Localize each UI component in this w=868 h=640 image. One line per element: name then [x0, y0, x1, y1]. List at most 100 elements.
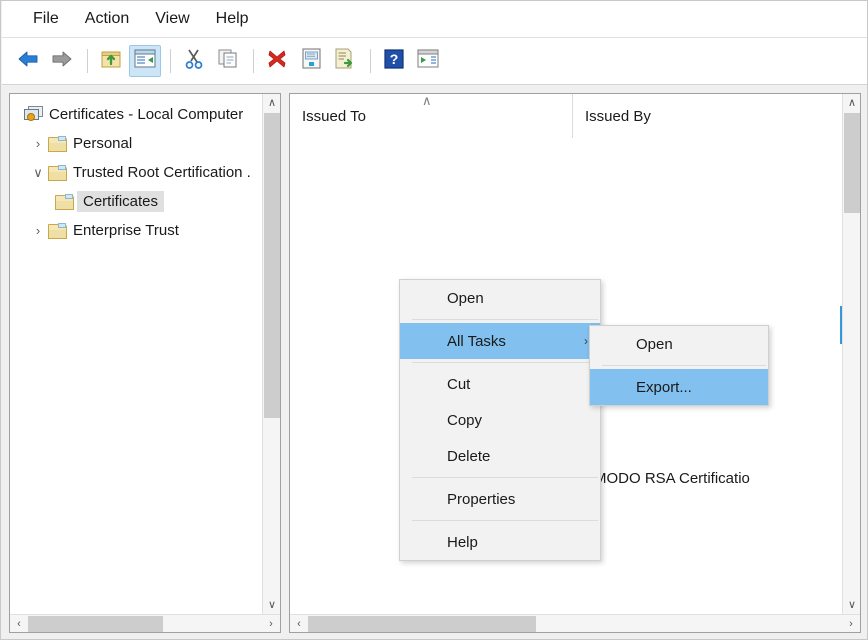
folder-icon — [55, 194, 75, 210]
toolbar-separator-4 — [370, 49, 371, 73]
context-menu-separator-1 — [412, 319, 598, 320]
folder-icon — [48, 165, 68, 181]
context-menu: Open All Tasks › Cut Copy Delete Propert… — [399, 279, 601, 561]
tree-scroll-left-arrow[interactable]: ‹ — [10, 615, 28, 633]
menu-help[interactable]: Help — [203, 7, 262, 31]
context-menu-item-label: Copy — [447, 412, 482, 429]
list-column-headers: Issued To ∧ Issued By — [290, 94, 843, 139]
toolbar-delete-button[interactable] — [261, 45, 293, 77]
tree-horizontal-scrollbar[interactable]: ‹ › — [10, 614, 280, 632]
show-action-pane-icon — [417, 49, 439, 73]
toolbar-back-button[interactable] — [12, 45, 44, 77]
tree-node-label: Certificates - Local Computer — [49, 106, 243, 123]
tree-node-certificates[interactable]: Certificates — [10, 187, 264, 216]
tree-node-label: Enterprise Trust — [73, 222, 179, 239]
list-scroll-up-arrow[interactable]: ∧ — [843, 94, 861, 112]
toolbar-show-action-pane-button[interactable] — [412, 45, 444, 77]
list-horizontal-scrollbar[interactable]: ‹ › — [290, 614, 860, 632]
tree-hscroll-thumb[interactable] — [28, 616, 163, 632]
console-tree: Certificates - Local Computer › Personal… — [10, 94, 264, 599]
tree-node-certificates-local-computer[interactable]: Certificates - Local Computer — [10, 100, 264, 129]
console-tree-pane: Certificates - Local Computer › Personal… — [9, 93, 281, 633]
toolbar-separator-3 — [253, 49, 254, 73]
toolbar-help-button[interactable]: ? — [378, 45, 410, 77]
svg-text:?: ? — [390, 51, 399, 67]
tree-vertical-scrollbar[interactable]: ∧ ∨ — [262, 94, 280, 614]
delete-icon — [266, 48, 288, 75]
toolbar-cut-button[interactable] — [178, 45, 210, 77]
list-row-comodo-rsa[interactable]: MODO RSA Certificatio — [594, 470, 750, 487]
tree-scroll-right-arrow[interactable]: › — [262, 615, 280, 633]
tree-node-label: Trusted Root Certification . — [73, 164, 251, 181]
up-one-level-icon — [99, 48, 123, 75]
toolbar: ? — [2, 37, 868, 85]
list-scroll-thumb[interactable] — [844, 113, 860, 213]
submenu-item-label: Export... — [636, 379, 692, 396]
console-root-icon — [24, 106, 44, 123]
back-arrow-icon — [16, 49, 40, 74]
tree-node-label: Certificates — [77, 191, 164, 212]
tree-node-trusted-root-certification-authorities[interactable]: ∨ Trusted Root Certification . — [10, 158, 264, 187]
column-header-issued-by[interactable]: Issued By — [573, 94, 843, 138]
context-menu-item-copy[interactable]: Copy — [400, 402, 600, 438]
list-scroll-down-arrow[interactable]: ∨ — [843, 596, 861, 614]
tree-scroll-thumb[interactable] — [264, 113, 280, 418]
tree-node-personal[interactable]: › Personal — [10, 129, 264, 158]
column-header-issued-to[interactable]: Issued To ∧ — [290, 94, 573, 138]
chevron-right-icon: › — [584, 335, 588, 347]
folder-icon — [48, 223, 68, 239]
show-console-tree-icon — [134, 49, 156, 73]
toolbar-up-one-level-button[interactable] — [95, 45, 127, 77]
list-hscroll-thumb[interactable] — [308, 616, 536, 632]
context-menu-item-label: Open — [447, 290, 484, 307]
list-scroll-left-arrow[interactable]: ‹ — [290, 615, 308, 633]
properties-icon — [301, 48, 322, 74]
menu-view[interactable]: View — [142, 7, 202, 31]
forward-arrow-icon — [50, 49, 74, 74]
toolbar-copy-button[interactable] — [212, 45, 244, 77]
toolbar-export-list-button[interactable] — [329, 45, 361, 77]
list-vertical-scrollbar[interactable]: ∧ ∨ — [842, 94, 860, 614]
context-menu-item-properties[interactable]: Properties — [400, 481, 600, 517]
context-menu-item-open[interactable]: Open — [400, 280, 600, 316]
tree-scroll-up-arrow[interactable]: ∧ — [263, 94, 281, 112]
context-menu-item-label: All Tasks — [447, 333, 506, 350]
column-header-label: Issued By — [573, 108, 651, 125]
context-menu-separator-2 — [412, 362, 598, 363]
list-row-issued-to: MODO RSA Certificatio — [594, 470, 750, 487]
context-menu-item-all-tasks[interactable]: All Tasks › — [400, 323, 600, 359]
toolbar-show-console-tree-button[interactable] — [129, 45, 161, 77]
tree-twisty-enterprise-trust[interactable]: › — [28, 224, 48, 237]
tree-node-enterprise-trust[interactable]: › Enterprise Trust — [10, 216, 264, 245]
menu-action[interactable]: Action — [72, 7, 142, 31]
list-scroll-right-arrow[interactable]: › — [842, 615, 860, 633]
tree-twisty-trusted-root[interactable]: ∨ — [28, 166, 48, 179]
column-header-label: Issued To — [290, 108, 366, 125]
context-menu-item-help[interactable]: Help — [400, 524, 600, 560]
context-menu-item-delete[interactable]: Delete — [400, 438, 600, 474]
submenu-item-open[interactable]: Open — [590, 326, 768, 362]
copy-icon — [217, 48, 239, 74]
menu-file[interactable]: File — [20, 7, 72, 31]
sort-ascending-icon: ∧ — [422, 94, 432, 107]
export-list-icon — [334, 48, 356, 74]
submenu-item-label: Open — [636, 336, 673, 353]
context-menu-item-label: Properties — [447, 491, 515, 508]
context-menu-item-label: Cut — [447, 376, 470, 393]
toolbar-properties-button[interactable] — [295, 45, 327, 77]
context-menu-item-cut[interactable]: Cut — [400, 366, 600, 402]
submenu-all-tasks: Open Export... — [589, 325, 769, 406]
context-menu-separator-3 — [412, 477, 598, 478]
folder-icon — [48, 136, 68, 152]
submenu-separator-1 — [602, 365, 766, 366]
context-menu-separator-4 — [412, 520, 598, 521]
toolbar-separator-1 — [87, 49, 88, 73]
tree-scroll-down-arrow[interactable]: ∨ — [263, 596, 281, 614]
toolbar-forward-button[interactable] — [46, 45, 78, 77]
tree-twisty-personal[interactable]: › — [28, 137, 48, 150]
help-icon: ? — [384, 49, 404, 74]
context-menu-item-label: Help — [447, 534, 478, 551]
toolbar-separator-2 — [170, 49, 171, 73]
submenu-item-export[interactable]: Export... — [590, 369, 768, 405]
cut-icon — [184, 48, 204, 74]
